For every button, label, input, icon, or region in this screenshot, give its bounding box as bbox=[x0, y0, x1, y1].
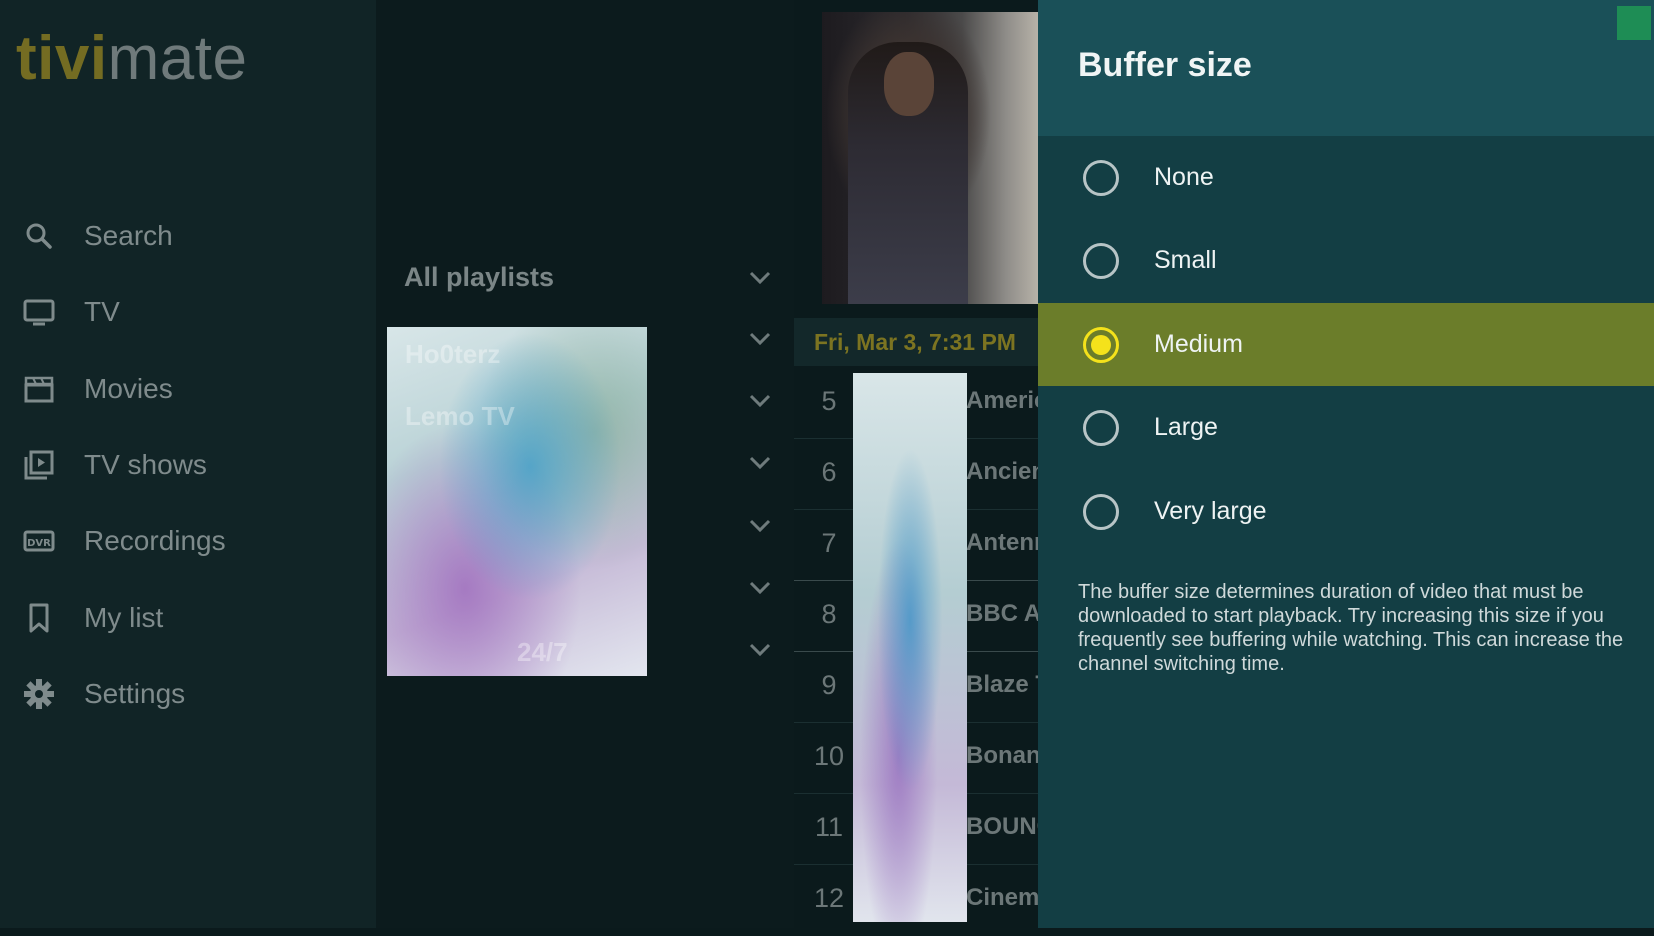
chevron-down-icon bbox=[749, 519, 771, 533]
option-small[interactable]: Small bbox=[1038, 219, 1654, 302]
buffer-size-dialog: Buffer size None Small Medium Large Very… bbox=[1038, 0, 1654, 928]
radio-button[interactable] bbox=[1083, 409, 1119, 446]
guide-datetime-bar: Fri, Mar 3, 7:31 PM bbox=[794, 318, 1038, 366]
svg-text:DVR: DVR bbox=[27, 538, 51, 549]
playlist-all[interactable]: All playlists bbox=[404, 252, 774, 302]
redaction-image: Ho0terz Lemo TV 24/7 bbox=[387, 327, 647, 676]
channel-name: Blaze T bbox=[966, 671, 1038, 698]
playlist-name: Ho0terz bbox=[405, 339, 501, 369]
sidebar-item-settings[interactable]: Settings bbox=[0, 664, 376, 724]
radio-dot bbox=[1091, 334, 1111, 355]
option-label: None bbox=[1154, 163, 1214, 191]
playlist-label: All playlists bbox=[404, 261, 555, 292]
gear-icon bbox=[22, 677, 56, 711]
channel-name: Ancien bbox=[966, 458, 1038, 485]
option-large[interactable]: Large bbox=[1038, 386, 1654, 469]
radio-button[interactable] bbox=[1083, 493, 1119, 530]
search-icon bbox=[22, 219, 56, 253]
sidebar-item-tv[interactable]: TV bbox=[0, 282, 376, 342]
option-medium[interactable]: Medium bbox=[1038, 303, 1654, 386]
sidebar-item-label: Search bbox=[84, 220, 173, 251]
channel-name: Cinema bbox=[966, 884, 1038, 911]
channel-name: Antenn bbox=[966, 529, 1038, 556]
sidebar-item-my-list[interactable]: My list bbox=[0, 588, 376, 648]
video-preview[interactable] bbox=[822, 12, 1038, 304]
chevron-down-icon bbox=[749, 643, 771, 657]
bookmark-icon bbox=[22, 601, 56, 635]
sidebar-item-recordings[interactable]: DVR Recordings bbox=[0, 511, 376, 571]
option-very-large[interactable]: Very large bbox=[1038, 470, 1654, 553]
radio-button[interactable] bbox=[1083, 159, 1119, 196]
app-logo: tivimate bbox=[16, 24, 248, 93]
channel-name: BBC Ar bbox=[966, 600, 1038, 627]
tv-shows-icon bbox=[22, 448, 56, 482]
option-label: Medium bbox=[1154, 330, 1243, 358]
sidebar-item-label: Recordings bbox=[84, 525, 226, 556]
option-label: Very large bbox=[1154, 497, 1267, 525]
sidebar-item-search[interactable]: Search bbox=[0, 206, 376, 266]
chevron-down-icon bbox=[749, 581, 771, 595]
playlist-name: 24/7 bbox=[517, 637, 568, 667]
sidebar-item-label: My list bbox=[84, 602, 164, 633]
playlist-name: Lemo TV bbox=[405, 401, 515, 431]
sidebar-item-label: TV shows bbox=[84, 449, 207, 480]
clapperboard-icon bbox=[22, 372, 56, 406]
sidebar: tivimate Search TV Movies TV shows DVR R… bbox=[0, 0, 376, 928]
channel-name: BOUNC bbox=[966, 813, 1038, 840]
tv-icon bbox=[22, 295, 56, 329]
sidebar-item-label: Movies bbox=[84, 373, 173, 404]
radio-button[interactable] bbox=[1083, 242, 1119, 279]
dialog-header: Buffer size bbox=[1038, 0, 1654, 136]
sidebar-item-movies[interactable]: Movies bbox=[0, 359, 376, 419]
sidebar-item-tv-shows[interactable]: TV shows bbox=[0, 435, 376, 495]
chevron-down-icon bbox=[749, 456, 771, 470]
option-label: Small bbox=[1154, 246, 1217, 274]
chevron-down-icon bbox=[749, 271, 771, 285]
dialog-description: The buffer size determines duration of v… bbox=[1078, 581, 1624, 675]
sidebar-item-label: TV bbox=[84, 296, 120, 327]
option-none[interactable]: None bbox=[1038, 136, 1654, 219]
sidebar-item-label: Settings bbox=[84, 678, 186, 709]
status-square bbox=[1617, 6, 1651, 40]
guide-datetime: Fri, Mar 3, 7:31 PM bbox=[814, 328, 1016, 355]
chevron-down-icon bbox=[749, 332, 771, 346]
option-label: Large bbox=[1154, 413, 1218, 441]
chevron-down-icon bbox=[749, 394, 771, 408]
channel-name: Americ bbox=[966, 387, 1038, 414]
radio-button-selected[interactable] bbox=[1083, 326, 1119, 363]
channel-name: Bonan bbox=[966, 742, 1038, 769]
dialog-title: Buffer size bbox=[1078, 46, 1252, 84]
dvr-icon: DVR bbox=[22, 524, 56, 558]
redaction-image bbox=[853, 373, 967, 922]
video-face bbox=[884, 52, 934, 116]
